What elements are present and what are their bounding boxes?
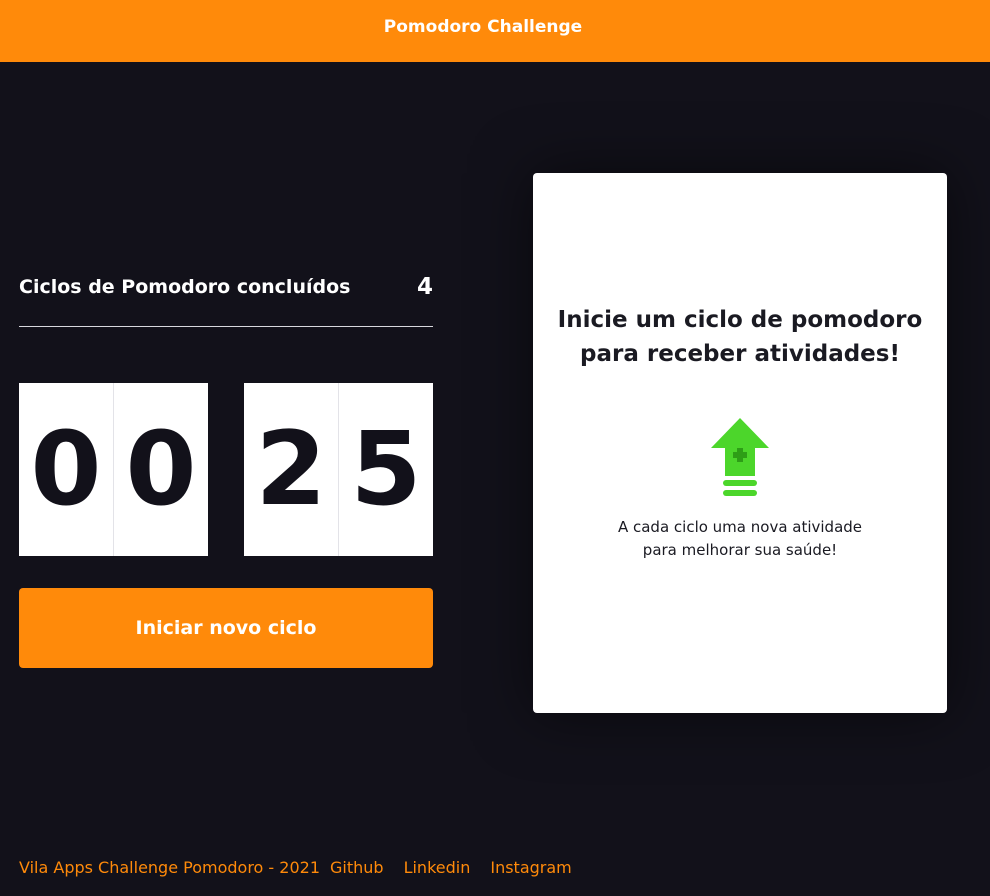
minutes-ones-digit: 0	[113, 383, 208, 556]
completed-cycles-label: Ciclos de Pomodoro concluídos	[19, 276, 351, 298]
countdown-timer: 0 0 2 5	[19, 383, 433, 556]
minutes-tens-digit: 0	[19, 383, 113, 556]
activity-card-title: Inicie um ciclo de pomodoro para receber…	[533, 303, 947, 371]
top-bar: Pomodoro Challenge	[0, 0, 990, 62]
activity-card-title-line-2: para receber atividades!	[580, 341, 900, 367]
start-new-cycle-button[interactable]: Iniciar novo ciclo	[19, 588, 433, 668]
linkedin-link[interactable]: Linkedin	[404, 858, 471, 877]
instagram-link[interactable]: Instagram	[490, 858, 571, 877]
app-title: Pomodoro Challenge	[383, 17, 583, 37]
minutes-display: 0 0	[19, 383, 208, 556]
footer-credit: Vila Apps Challenge Pomodoro - 2021	[19, 857, 320, 877]
activity-card-description: A cada ciclo uma nova atividade para mel…	[617, 518, 863, 559]
github-link[interactable]: Github	[330, 858, 384, 877]
level-up-arrow-icon	[711, 418, 769, 496]
activity-card: Inicie um ciclo de pomodoro para receber…	[533, 173, 947, 713]
completed-cycles: Ciclos de Pomodoro concluídos 4	[19, 274, 433, 327]
seconds-display: 2 5	[244, 383, 433, 556]
seconds-tens-digit: 2	[244, 383, 338, 556]
activity-card-title-line-1: Inicie um ciclo de pomodoro	[557, 307, 923, 333]
seconds-ones-digit: 5	[338, 383, 433, 556]
completed-cycles-count: 4	[416, 274, 433, 300]
footer: Vila Apps Challenge Pomodoro - 2021 Gith…	[19, 856, 592, 878]
